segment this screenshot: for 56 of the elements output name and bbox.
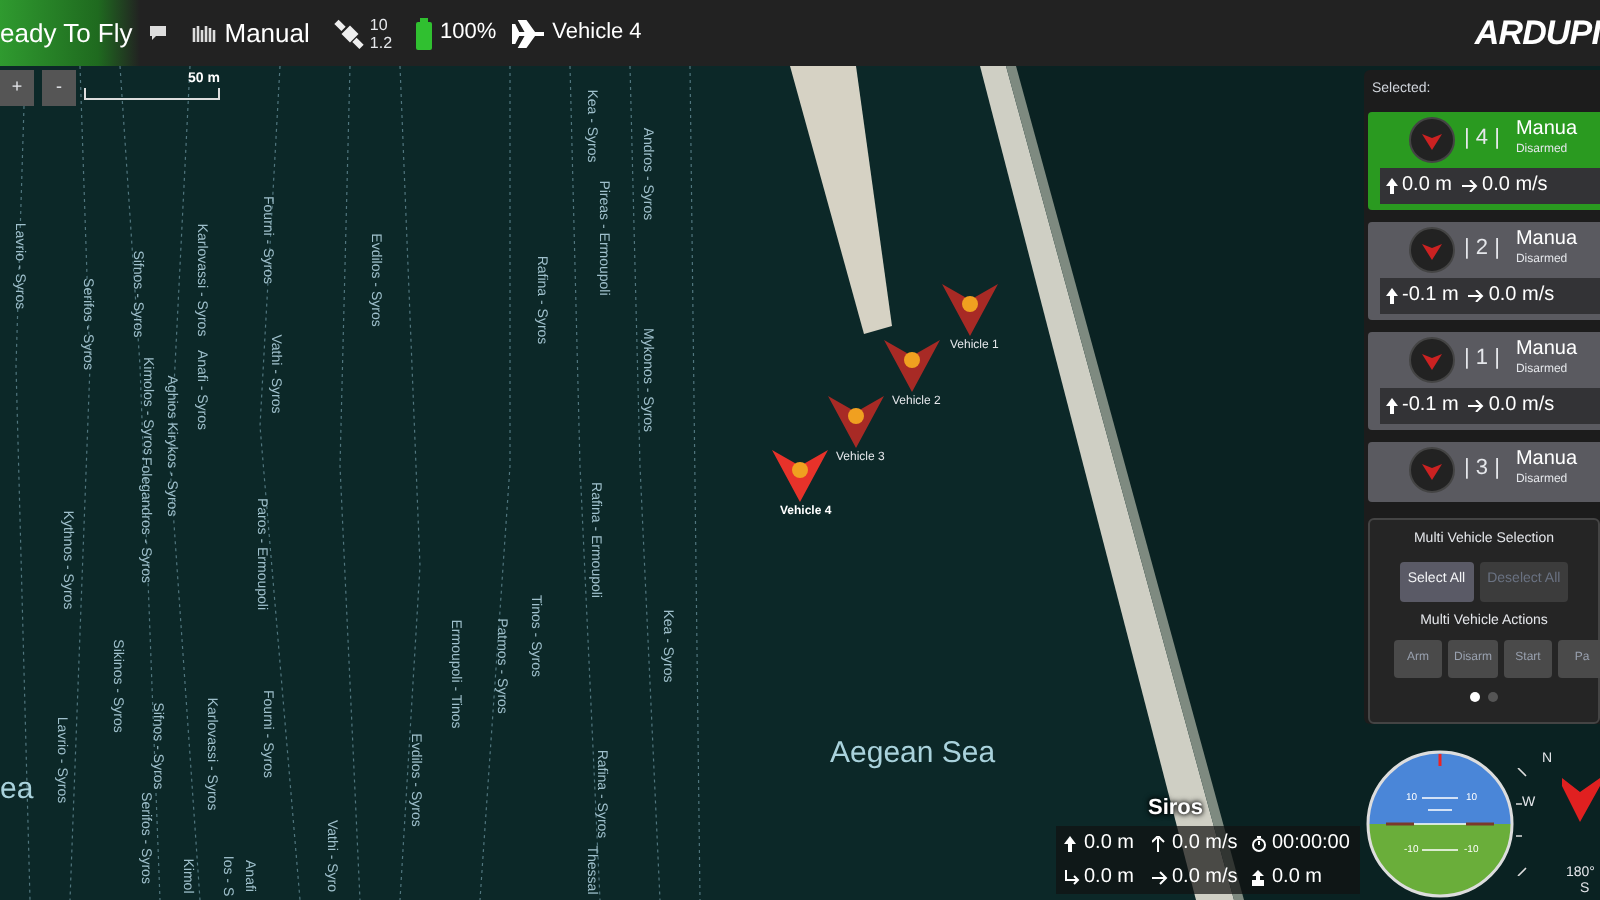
satellite-icon [333,17,366,49]
altitude-icon [1386,177,1398,193]
satellite-count: 10 [369,15,390,33]
vehicle-mode: Manua [1515,117,1578,139]
battery-icon [416,17,433,49]
telemetry-value: 00:00:00 [1272,830,1350,858]
active-vehicle-label[interactable]: Vehicle 4 [552,16,642,50]
compass-dial-icon [1408,445,1456,493]
speed-icon [1468,289,1485,301]
zoom-button[interactable]: - [42,70,76,106]
vehicle-mode: Manua [1515,337,1578,359]
vehicle-id: | 2 | [1464,234,1500,265]
telemetry-value: 0.0 m/s [1172,830,1238,858]
vehicle-marker-icon[interactable] [942,284,998,336]
compass-dial-icon [1408,115,1456,163]
altitude-icon [1386,397,1398,413]
speed-value: 0.0 m/s [1482,172,1548,200]
heading-arrow-icon [1562,778,1600,822]
vehicle-marker-icon[interactable] [772,450,828,502]
vehicle-id: | 1 | [1464,344,1500,375]
altitude-icon [1064,835,1080,851]
zoom-button[interactable]: + [0,70,34,106]
speed-value: 0.0 m/s [1488,282,1555,310]
altitude-value: -0.1 m [1402,282,1459,310]
place-label: ea [0,770,34,810]
distance-icon [1064,869,1080,885]
status-indicator[interactable]: eady To Fly [0,0,141,66]
plane-icon [512,19,545,47]
telemetry-value: 0.0 m/s [1172,864,1238,892]
hdop-value: 1.2 [369,33,393,51]
vehicle-id: | 4 | [1464,124,1500,155]
altitude-value: -0.1 m [1402,392,1459,420]
telemetry-value: 0.0 m [1084,830,1135,858]
speed-value: 0.0 m/s [1488,392,1555,420]
altitude-icon [1386,287,1398,303]
telemetry-value: 0.0 m [1272,864,1323,892]
time-icon [1252,835,1268,851]
compass-dial-icon [1408,335,1456,383]
vehicle-marker-icon[interactable] [884,340,940,392]
speed-icon [1462,179,1479,191]
vehicle-mode: Manua [1515,447,1578,469]
place-label: Aegean Sea [830,734,996,774]
compass-dial-icon [1408,225,1456,273]
scale-bar-icon [84,88,220,100]
telemetry-value: 0.0 m [1084,864,1135,892]
logo: ARDUPI [1474,11,1600,56]
climb-icon [1152,835,1168,851]
flight-mode-text[interactable]: Manual [224,13,310,53]
altitude-value: 0.0 m [1402,172,1453,200]
battery-percent: 100% [440,18,497,49]
vehicle-marker-icon[interactable] [828,396,884,448]
message-icon [148,24,169,42]
ground-speed-icon [1152,869,1168,885]
vehicle-mode: Manua [1515,227,1578,249]
speed-icon [1468,399,1485,411]
vehicle-id: | 3 | [1464,454,1500,485]
